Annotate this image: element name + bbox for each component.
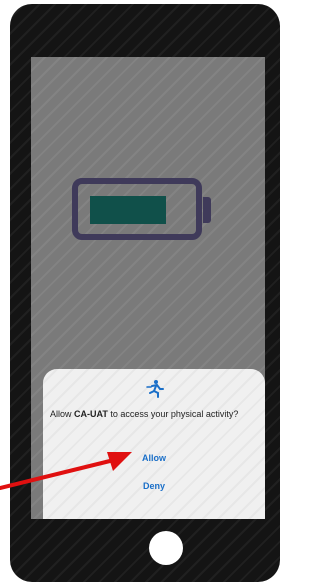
- permission-dialog: Allow CA-UAT to access your physical act…: [43, 369, 265, 519]
- permission-message: Allow CA-UAT to access your physical act…: [50, 409, 260, 420]
- phone-frame: Allow CA-UAT to access your physical act…: [10, 4, 280, 582]
- home-button[interactable]: [149, 531, 183, 565]
- battery-tip: [203, 197, 211, 223]
- directions-walk-icon: [146, 380, 164, 398]
- message-suffix: to access your physical activity?: [107, 409, 239, 419]
- deny-button[interactable]: Deny: [43, 481, 265, 491]
- phone-screen: Allow CA-UAT to access your physical act…: [31, 57, 265, 519]
- battery-icon: [72, 178, 202, 240]
- app-name: CA-UAT: [74, 409, 108, 419]
- battery-level: [90, 196, 166, 224]
- message-prefix: Allow: [50, 409, 75, 419]
- allow-button[interactable]: Allow: [43, 453, 265, 463]
